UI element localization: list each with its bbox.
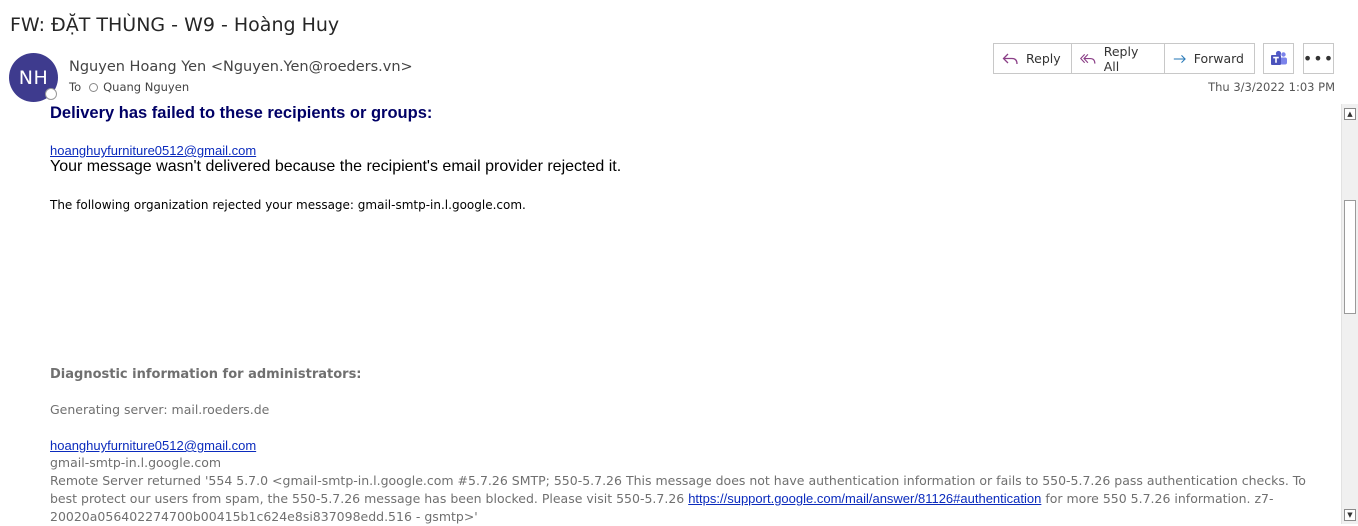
remote-server-host: gmail-smtp-in.l.google.com xyxy=(50,455,222,470)
teams-icon xyxy=(1270,50,1287,65)
diagnostic-heading: Diagnostic information for administrator… xyxy=(50,367,362,382)
delivery-failed-heading: Delivery has failed to these recipients … xyxy=(50,104,433,122)
vertical-scrollbar[interactable]: ▲ ▼ xyxy=(1341,104,1358,524)
generating-server: Generating server: mail.roeders.de xyxy=(50,402,270,417)
reply-button[interactable]: Reply xyxy=(994,44,1072,73)
reply-all-icon xyxy=(1080,53,1096,64)
to-label: To xyxy=(69,80,82,94)
to-line: To Quang Nguyen xyxy=(69,80,189,94)
reply-label: Reply xyxy=(1026,51,1061,66)
sender-name[interactable]: Nguyen Hoang Yen <Nguyen.Yen@roeders.vn> xyxy=(69,59,413,75)
rejecting-organization: The following organization rejected your… xyxy=(50,198,526,212)
more-actions-button[interactable]: ••• xyxy=(1303,43,1334,74)
reply-icon xyxy=(1002,53,1018,64)
to-recipient[interactable]: Quang Nguyen xyxy=(103,80,189,94)
recipient-email-link-2[interactable]: hoanghuyfurniture0512@gmail.com xyxy=(50,438,256,453)
forward-button[interactable]: Forward xyxy=(1165,44,1254,73)
recipient-email-link[interactable]: hoanghuyfurniture0512@gmail.com xyxy=(50,143,256,158)
received-date: Thu 3/3/2022 1:03 PM xyxy=(1208,80,1335,94)
email-subject: FW: ĐẶT THÙNG - W9 - Hoàng Huy xyxy=(10,14,340,36)
scroll-down-arrow-icon[interactable]: ▼ xyxy=(1344,509,1356,521)
presence-status-icon xyxy=(45,88,57,100)
recipient-presence-icon xyxy=(89,82,99,92)
failure-reason: Your message wasn't delivered because th… xyxy=(50,158,622,175)
teams-share-button[interactable] xyxy=(1263,43,1294,74)
remote-server-message: Remote Server returned '554 5.7.0 <gmail… xyxy=(50,472,1320,526)
forward-icon xyxy=(1173,54,1186,63)
response-actions: Reply Reply All Forward xyxy=(993,43,1255,74)
reply-all-label: Reply All xyxy=(1103,43,1139,74)
scrollbar-thumb[interactable] xyxy=(1344,200,1356,314)
reply-all-button[interactable]: Reply All xyxy=(1072,43,1165,74)
forward-label: Forward xyxy=(1193,51,1244,66)
authentication-help-link[interactable]: https://support.google.com/mail/answer/8… xyxy=(688,491,1041,506)
scroll-up-arrow-icon[interactable]: ▲ xyxy=(1344,108,1356,120)
